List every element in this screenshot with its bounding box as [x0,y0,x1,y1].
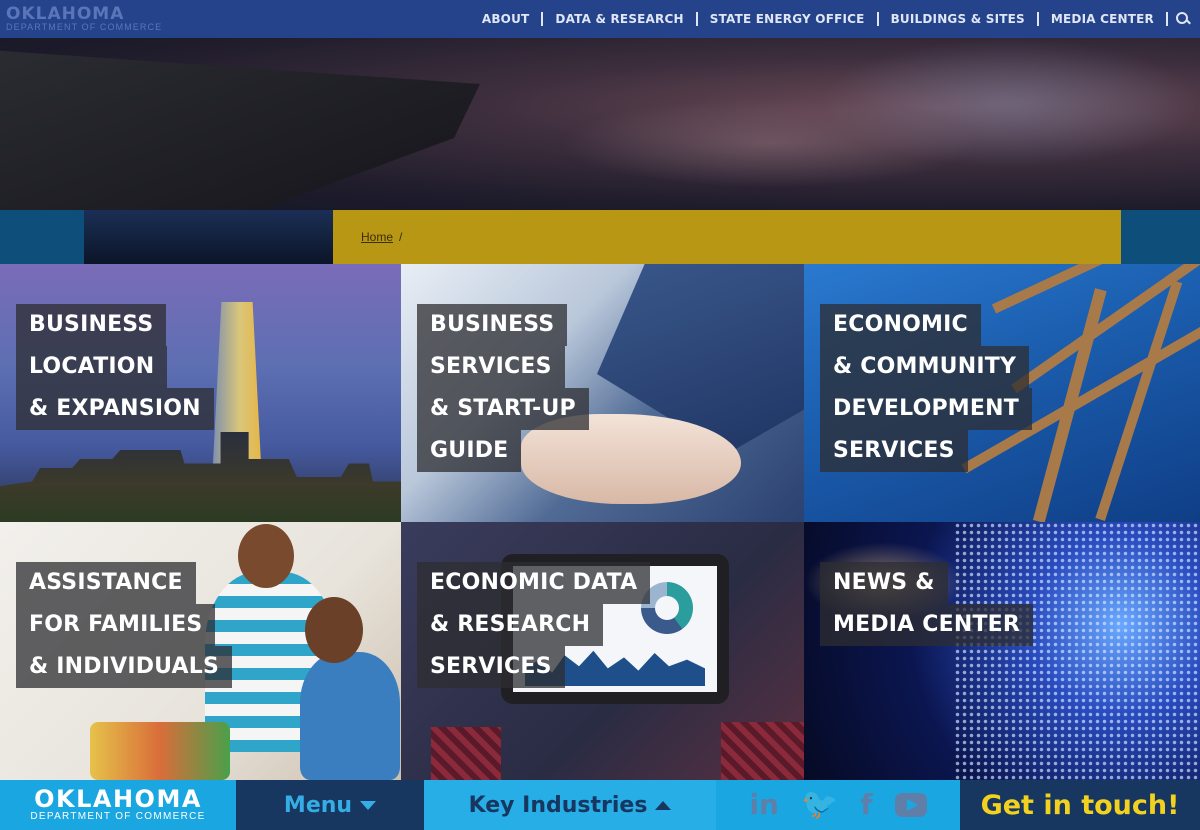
nav-about[interactable]: ABOUT [470,12,544,26]
youtube-icon[interactable] [894,793,927,817]
tile-label-line: & INDIVIDUALS [16,646,233,688]
band-photo [84,210,333,264]
tile-label-line: FOR FAMILIES [16,604,216,646]
tile-image-child [300,652,400,780]
hero-banner [0,38,1200,210]
logo-title: OKLAHOMA [6,4,125,24]
chevron-down-icon [360,800,377,810]
key-industries-button[interactable]: Key Industries [424,780,716,830]
breadcrumb-home-link[interactable]: Home [361,230,393,244]
tile-label: BUSINESS LOCATION & EXPANSION [16,304,214,430]
logo-subtitle: DEPARTMENT OF COMMERCE [6,22,163,32]
nav-buildings-sites[interactable]: BUILDINGS & SITES [879,12,1039,26]
hero-cloud [820,38,1200,168]
linkedin-icon[interactable]: in [749,791,779,819]
main-nav: ABOUT DATA & RESEARCH STATE ENERGY OFFIC… [470,12,1190,26]
footer-logo-subtitle: DEPARTMENT OF COMMERCE [30,811,206,822]
tile-label: BUSINESS SERVICES & START-UP GUIDE [417,304,589,472]
tile-economic-data-research[interactable]: ECONOMIC DATA & RESEARCH SERVICES [401,522,804,780]
tile-image-toys [90,722,230,780]
top-nav-bar: OKLAHOMA DEPARTMENT OF COMMERCE ABOUT DA… [0,0,1200,38]
tile-label-line: BUSINESS [417,304,568,346]
social-links: in 🐦 f [716,780,960,830]
tile-label-line: MEDIA CENTER [820,604,1034,646]
tile-economic-community-development[interactable]: ECONOMIC & COMMUNITY DEVELOPMENT SERVICE… [804,264,1200,522]
tile-label-line: & RESEARCH [417,604,604,646]
footer-logo[interactable]: OKLAHOMA DEPARTMENT OF COMMERCE [0,780,236,830]
tile-label-line: ECONOMIC DATA [417,562,651,604]
tile-label-line: LOCATION [16,346,168,388]
tile-label-line: DEVELOPMENT [820,388,1032,430]
tile-image-led-board [954,522,1200,780]
tile-label-line: & EXPANSION [16,388,214,430]
chevron-up-icon [655,800,672,810]
tile-label-line: SERVICES [417,646,565,688]
tile-label-line: & START-UP [417,388,589,430]
key-industries-label: Key Industries [468,792,648,818]
menu-label: Menu [283,792,353,818]
nav-data-research[interactable]: DATA & RESEARCH [543,12,698,26]
tile-business-location-expansion[interactable]: BUSINESS LOCATION & EXPANSION [0,264,401,522]
search-icon[interactable] [1176,12,1190,26]
breadcrumb-band: Home / [0,210,1200,264]
tile-image-beam [1032,288,1107,522]
breadcrumb: Home / [333,210,1121,264]
hero-airplane-wing [0,48,480,210]
site-logo[interactable]: OKLAHOMA DEPARTMENT OF COMMERCE [6,6,162,32]
tile-label-line: ASSISTANCE [16,562,196,604]
tile-news-media-center[interactable]: NEWS & MEDIA CENTER [804,522,1200,780]
nav-state-energy-office[interactable]: STATE ENERGY OFFICE [698,12,879,26]
tile-label-line: GUIDE [417,430,522,472]
menu-button[interactable]: Menu [236,780,424,830]
tile-label: ASSISTANCE FOR FAMILIES & INDIVIDUALS [16,562,233,688]
tile-label: ECONOMIC DATA & RESEARCH SERVICES [417,562,651,688]
tile-label: ECONOMIC & COMMUNITY DEVELOPMENT SERVICE… [820,304,1032,472]
bottom-bar: OKLAHOMA DEPARTMENT OF COMMERCE Menu Key… [0,780,1200,830]
facebook-icon[interactable]: f [860,791,872,819]
tile-label-line: & COMMUNITY [820,346,1030,388]
breadcrumb-separator: / [399,230,403,244]
nav-media-center[interactable]: MEDIA CENTER [1039,12,1168,26]
get-in-touch-button[interactable]: Get in touch! [960,780,1200,830]
tile-label-line: NEWS & [820,562,948,604]
service-tile-grid: BUSINESS LOCATION & EXPANSION BUSINESS S… [0,264,1200,780]
tile-image-child-head [305,597,363,663]
tile-image-sleeve [721,722,804,780]
twitter-icon[interactable]: 🐦 [801,790,838,820]
tile-label-line: ECONOMIC [820,304,981,346]
tile-label-line: SERVICES [820,430,968,472]
tile-image-person-head [238,524,294,588]
tile-image-sleeve [431,727,501,780]
tile-image-skyline [0,432,401,522]
tile-label-line: BUSINESS [16,304,167,346]
tile-business-services-startup[interactable]: BUSINESS SERVICES & START-UP GUIDE [401,264,804,522]
tile-label-line: SERVICES [417,346,565,388]
tile-assistance-families-individuals[interactable]: ASSISTANCE FOR FAMILIES & INDIVIDUALS [0,522,401,780]
footer-logo-title: OKLAHOMA [34,785,202,813]
tile-label: NEWS & MEDIA CENTER [820,562,1034,646]
